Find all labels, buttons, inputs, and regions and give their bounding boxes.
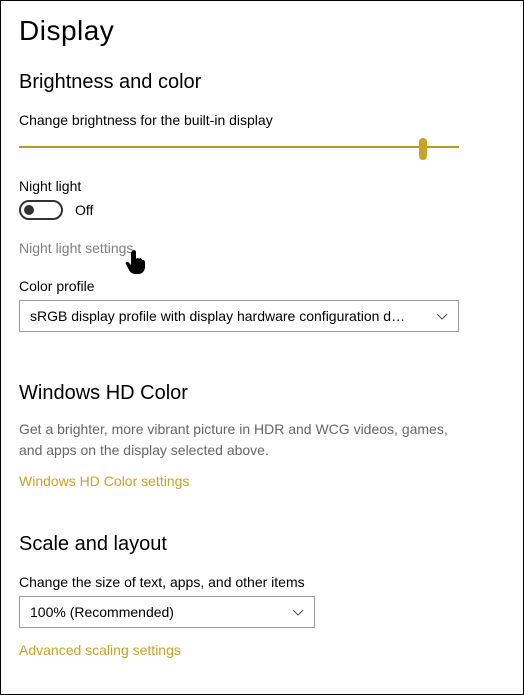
color-profile-dropdown[interactable]: sRGB display profile with display hardwa… [19,300,459,332]
slider-thumb[interactable] [419,138,427,160]
page-title: Display [19,15,505,47]
scale-size-label: Change the size of text, apps, and other… [19,574,505,590]
chevron-down-icon [436,310,448,322]
slider-track [19,146,459,148]
night-light-toggle[interactable] [19,200,63,220]
night-light-settings-link: Night light settings [19,240,505,256]
brightness-slider[interactable] [19,138,459,158]
color-profile-label: Color profile [19,278,505,294]
scale-size-dropdown[interactable]: 100% (Recommended) [19,596,315,628]
brightness-slider-label: Change brightness for the built-in displ… [19,112,505,128]
advanced-scaling-link[interactable]: Advanced scaling settings [19,642,505,658]
scale-size-value: 100% (Recommended) [30,604,284,620]
color-profile-value: sRGB display profile with display hardwa… [30,308,428,324]
night-light-status: Off [75,202,93,218]
hdcolor-section-title: Windows HD Color [19,382,505,405]
toggle-knob [24,205,34,215]
chevron-down-icon [292,606,304,618]
brightness-section-title: Brightness and color [19,71,505,94]
night-light-label: Night light [19,178,505,194]
hdcolor-description: Get a brighter, more vibrant picture in … [19,419,449,461]
hdcolor-settings-link[interactable]: Windows HD Color settings [19,473,505,489]
hand-cursor-icon [125,250,145,274]
scale-section-title: Scale and layout [19,533,505,556]
